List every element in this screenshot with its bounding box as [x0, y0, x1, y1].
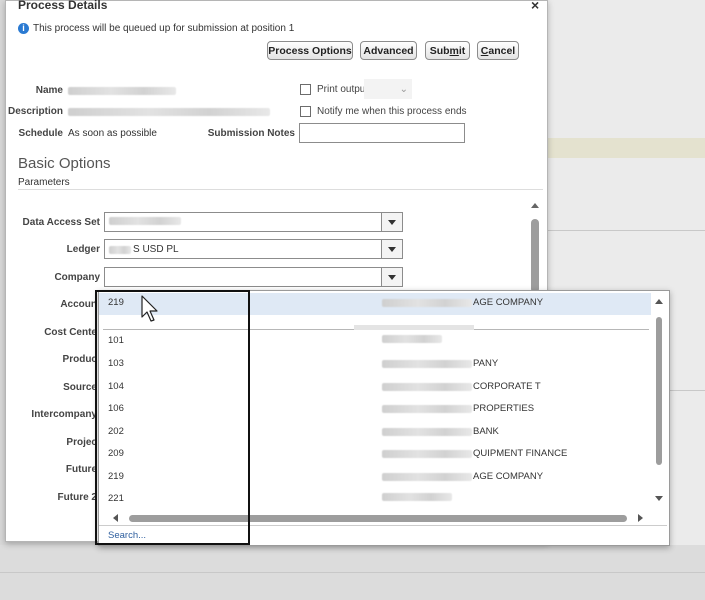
row-description-redacted — [382, 472, 472, 481]
mouse-cursor-icon — [141, 295, 158, 322]
print-output-format-select[interactable]: ⌄ — [364, 79, 412, 99]
description-label: Description — [7, 106, 63, 117]
account-label: Accoun — [60, 299, 97, 310]
row-description-text: BANK — [473, 426, 499, 437]
print-output-checkbox[interactable] — [300, 84, 311, 95]
product-label: Produc — [62, 354, 97, 365]
row-description — [382, 493, 453, 501]
row-description-text: AGE COMPANY — [473, 471, 544, 482]
row-description-redacted — [382, 449, 472, 458]
parameters-scrollbar[interactable] — [530, 203, 540, 293]
row-description: QUIPMENT FINANCE — [382, 448, 567, 459]
scrollbar-thumb[interactable] — [656, 317, 662, 465]
row-description-redacted — [382, 427, 472, 436]
dropdown-arrow-icon[interactable] — [381, 240, 402, 258]
row-description-redacted — [382, 382, 472, 391]
info-message: i This process will be queued up for sub… — [18, 23, 294, 34]
info-text: This process will be queued up for submi… — [33, 23, 295, 34]
submit-button[interactable]: Sub m it — [425, 41, 470, 60]
parameters-heading: Parameters — [18, 177, 70, 188]
intercompany-label: Intercompany — [31, 409, 97, 420]
ledger-value: S USD PL — [133, 244, 179, 255]
data-access-set-value-redacted — [109, 217, 181, 225]
dropdown-arrow-icon[interactable] — [381, 213, 402, 231]
dropdown-scroll-shadow — [354, 325, 474, 330]
row-description-redacted — [382, 335, 442, 343]
row-description-redacted — [382, 359, 472, 368]
ledger-combobox[interactable]: S USD PL — [104, 239, 403, 259]
close-icon[interactable]: × — [531, 0, 539, 13]
row-description: AGE COMPANY — [382, 297, 543, 308]
row-description-text: PROPERTIES — [473, 403, 535, 414]
row-description: CORPORATE T — [382, 381, 541, 392]
ledger-value-redacted — [109, 245, 131, 254]
dropdown-vertical-scrollbar[interactable] — [654, 299, 664, 501]
basic-options-heading: Basic Options — [18, 155, 111, 172]
highlight-box — [95, 290, 250, 545]
ledger-label: Ledger — [66, 244, 100, 255]
dialog-title: Process Details — [18, 0, 108, 12]
row-description-redacted — [382, 493, 452, 501]
scroll-down-icon[interactable] — [655, 496, 663, 501]
submission-notes-input[interactable] — [299, 123, 465, 143]
cancel-button[interactable]: Cancel — [477, 41, 519, 60]
row-description-text: QUIPMENT FINANCE — [473, 448, 568, 459]
name-value-redacted — [68, 87, 176, 95]
advanced-button[interactable]: Advanced — [360, 41, 417, 60]
row-description: BANK — [382, 426, 499, 437]
notify-checkbox[interactable] — [300, 106, 311, 117]
row-description: PANY — [382, 358, 498, 369]
company-label: Company — [54, 272, 100, 283]
source-label: Source — [63, 382, 97, 393]
scroll-right-icon[interactable] — [638, 514, 643, 522]
notify-label: Notify me when this process ends — [317, 106, 467, 117]
data-access-set-combobox[interactable] — [104, 212, 403, 232]
row-description-text: PANY — [473, 358, 499, 369]
print-output-label: Print output — [317, 84, 369, 95]
row-description: PROPERTIES — [382, 403, 534, 414]
schedule-label: Schedule — [18, 128, 63, 139]
process-options-button[interactable]: Process Options — [267, 41, 353, 60]
project-label: Projec — [66, 437, 97, 448]
name-label: Name — [35, 85, 63, 96]
schedule-value: As soon as possible — [68, 128, 157, 139]
row-description-text: AGE COMPANY — [473, 297, 544, 308]
scroll-up-icon[interactable] — [655, 299, 663, 304]
row-description — [382, 335, 443, 343]
section-divider — [18, 189, 543, 190]
company-combobox[interactable] — [104, 267, 403, 287]
row-description: AGE COMPANY — [382, 471, 543, 482]
scrollbar-thumb[interactable] — [531, 219, 539, 293]
row-description-text: CORPORATE T — [473, 381, 541, 392]
chevron-down-icon: ⌄ — [399, 83, 408, 95]
submission-notes-label: Submission Notes — [207, 128, 295, 139]
background-divider — [548, 230, 705, 231]
description-value-redacted — [68, 108, 270, 116]
data-access-set-label: Data Access Set — [22, 217, 100, 228]
background-highlight-stripe — [548, 138, 705, 158]
cost-center-label: Cost Cente — [44, 327, 97, 338]
info-icon: i — [18, 23, 29, 34]
future1-label: Future — [65, 464, 97, 475]
scroll-up-icon[interactable] — [531, 203, 539, 208]
future2-label: Future 2 — [57, 492, 97, 503]
row-description-redacted — [382, 404, 472, 413]
row-description-redacted — [382, 298, 472, 307]
dropdown-arrow-icon[interactable] — [381, 268, 402, 286]
background-divider — [0, 572, 705, 573]
